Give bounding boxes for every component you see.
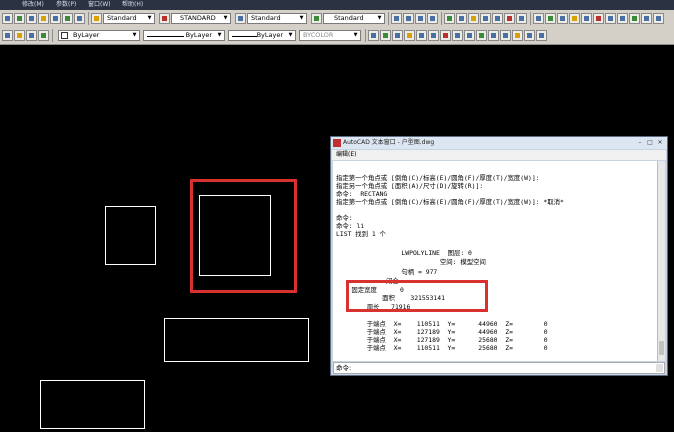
quickcalc-icon[interactable] — [504, 13, 515, 24]
fly-icon[interactable] — [476, 30, 487, 41]
history-line: 空间: 模型空间 — [336, 258, 486, 266]
layer-delete-icon[interactable] — [653, 13, 664, 24]
dim-style-select[interactable]: STANDARD ▼ — [171, 13, 231, 24]
layer-match-icon[interactable] — [605, 13, 616, 24]
layer-off-icon[interactable] — [569, 13, 580, 24]
help-icon[interactable] — [516, 13, 527, 24]
layer-walk-icon[interactable] — [629, 13, 640, 24]
dim-style-icon[interactable] — [159, 13, 170, 24]
linetype-select[interactable]: ByLayer ▼ — [143, 30, 225, 41]
command-line-input[interactable]: 命令: — [333, 362, 665, 374]
walk-icon[interactable] — [464, 30, 475, 41]
orbit-icon[interactable] — [488, 30, 499, 41]
tool-palette-icon[interactable] — [468, 13, 479, 24]
markup-icon[interactable] — [492, 13, 503, 24]
menu-window[interactable]: 窗口(W) — [88, 0, 111, 10]
light-icon[interactable] — [380, 30, 391, 41]
properties-icon[interactable] — [444, 13, 455, 24]
layer-merge-icon[interactable] — [641, 13, 652, 24]
multileader-style-icon[interactable] — [311, 13, 322, 24]
color-swatch — [61, 32, 68, 39]
minimize-icon[interactable]: – — [635, 138, 645, 148]
zoom-previous-icon[interactable] — [427, 13, 438, 24]
scale-icon[interactable] — [62, 13, 73, 24]
history-line: LIST 找到 1 个 — [336, 230, 386, 238]
close-icon[interactable]: ✕ — [655, 138, 665, 148]
history-line: LWPOLYLINE 图层: 0 — [336, 249, 472, 257]
vertex-line: 于端点 X= 110511 Y= 25680 Z= 0 — [336, 344, 548, 352]
move-icon[interactable] — [38, 13, 49, 24]
history-line: 指定第一个角点或 [倒角(C)/标高(E)/圆角(F)/厚度(T)/宽度(W)]… — [336, 198, 564, 206]
highlight-frame-area-info — [346, 280, 488, 312]
text-window-scrollbar[interactable] — [657, 161, 665, 361]
settings-icon[interactable] — [440, 30, 451, 41]
text-style-icon[interactable] — [91, 13, 102, 24]
view-icon[interactable] — [500, 30, 511, 41]
snap-icon[interactable] — [536, 30, 547, 41]
rotate-icon[interactable] — [50, 13, 61, 24]
make-current-icon[interactable] — [26, 30, 37, 41]
scroll-thumb[interactable] — [659, 341, 664, 355]
rectangle-wide[interactable] — [164, 318, 309, 362]
plotstyle-select: BYCOLOR ▼ — [299, 30, 361, 41]
array-icon[interactable] — [14, 13, 25, 24]
table-style-icon[interactable] — [235, 13, 246, 24]
text-window-title: AutoCAD 文本窗口 - 户型图.dwg – □ ✕ — [331, 137, 667, 149]
material-icon[interactable] — [416, 30, 427, 41]
multileader-style-select[interactable]: Standard ▼ — [323, 13, 385, 24]
erase-icon[interactable] — [26, 13, 37, 24]
autocad-text-window[interactable]: AutoCAD 文本窗口 - 户型图.dwg – □ ✕ 编辑(E) 指定第一个角点… — [330, 136, 668, 376]
stretch-icon[interactable] — [74, 13, 85, 24]
bulb-icon[interactable] — [392, 30, 403, 41]
color-select[interactable]: ByLayer ▼ — [58, 30, 140, 41]
pan-icon[interactable] — [391, 13, 402, 24]
design-center-icon[interactable] — [456, 13, 467, 24]
layer-isolate-icon[interactable] — [545, 13, 556, 24]
menu-bar: 修改(M) 参数(P) 窗口(W) 帮助(H) — [0, 0, 674, 10]
menu-modify[interactable]: 修改(M) — [22, 0, 44, 10]
zoom-window-icon[interactable] — [415, 13, 426, 24]
edit-menu[interactable]: 编辑(E) — [332, 150, 666, 160]
layer-previous-icon[interactable] — [533, 13, 544, 24]
maximize-icon[interactable]: □ — [645, 138, 655, 148]
zoom-realtime-icon[interactable] — [403, 13, 414, 24]
table-style-select[interactable]: Standard ▼ — [247, 13, 307, 24]
layer-previous-2-icon[interactable] — [38, 30, 49, 41]
layer-change-icon[interactable] — [617, 13, 628, 24]
layer-state-icon[interactable] — [14, 30, 25, 41]
menu-help[interactable]: 帮助(H) — [122, 0, 143, 10]
rectangle-small[interactable] — [105, 206, 156, 265]
lineweight-select[interactable]: ByLayer ▼ — [228, 30, 296, 41]
cmdline-scroll-icon[interactable] — [656, 364, 663, 372]
copy-icon[interactable] — [2, 13, 13, 24]
properties-toolbar: ByLayer ▼ ByLayer ▼ ByLayer ▼ BYCOLOR ▼ — [0, 27, 674, 45]
sun-icon[interactable] — [404, 30, 415, 41]
grid-icon[interactable] — [524, 30, 535, 41]
ucs-icon[interactable] — [512, 30, 523, 41]
text-style-select[interactable]: Standard ▼ — [103, 13, 155, 24]
layer-unisolate-icon[interactable] — [557, 13, 568, 24]
command-history: 指定第一个角点或 [倒角(C)/标高(E)/圆角(F)/厚度(T)/宽度(W)]… — [333, 161, 659, 361]
render-icon[interactable] — [428, 30, 439, 41]
layer-lock-icon[interactable] — [593, 13, 604, 24]
camera-icon[interactable] — [452, 30, 463, 41]
visual-style-icon[interactable] — [368, 30, 379, 41]
layer-freeze-icon[interactable] — [581, 13, 592, 24]
autocad-logo-icon — [333, 139, 341, 147]
highlight-frame-rectangle — [190, 179, 297, 293]
layer-properties-icon[interactable] — [2, 30, 13, 41]
menu-parameter[interactable]: 参数(P) — [56, 0, 76, 10]
history-line: 句柄 = 977 — [336, 268, 438, 276]
styles-toolbar: Standard ▼ STANDARD ▼ Standard ▼ Standard ▼ — [0, 10, 674, 28]
sheet-set-icon[interactable] — [480, 13, 491, 24]
rectangle-bottom[interactable] — [40, 380, 145, 429]
